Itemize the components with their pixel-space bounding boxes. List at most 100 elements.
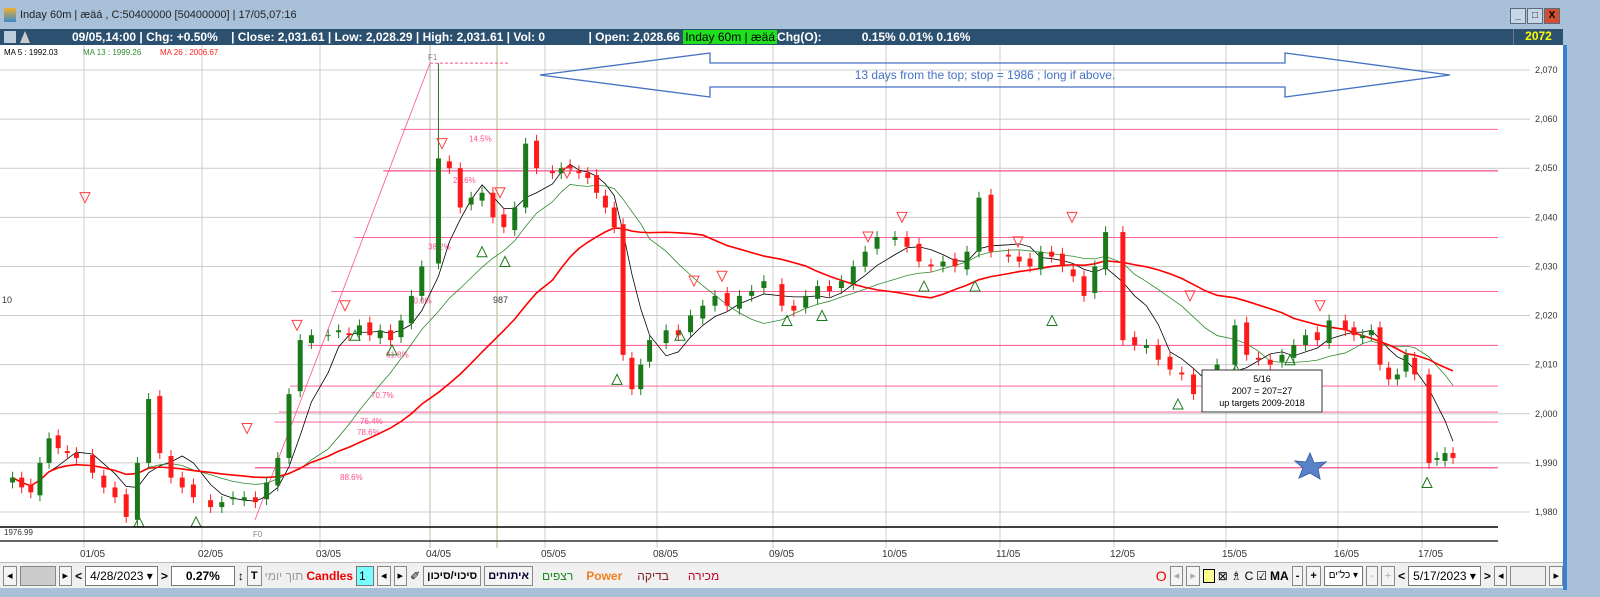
candle-body <box>1314 332 1320 341</box>
o-left-button[interactable]: ◂ <box>1169 565 1184 586</box>
x-tick-label: 03/05 <box>316 549 342 560</box>
intraday-label[interactable]: תוך יומי <box>265 569 304 583</box>
buy-signal-triangle-icon <box>499 255 511 268</box>
buy-signal-triangle-icon <box>190 515 202 528</box>
candle-body <box>275 457 281 486</box>
candle-body <box>874 236 880 249</box>
risk-reward-button[interactable]: סיכוי/סיכון <box>423 565 482 586</box>
next-date-button[interactable]: > <box>161 569 168 583</box>
tools-select[interactable]: כל'ים ▾ <box>1323 565 1364 586</box>
candle-body <box>549 171 555 174</box>
next-date-button-2[interactable]: > <box>1484 569 1491 583</box>
sell-signal-triangle-icon <box>79 192 91 204</box>
candle-body <box>346 333 352 336</box>
sequences-button[interactable]: רצפים <box>536 569 579 583</box>
color-swatch[interactable] <box>1202 568 1215 583</box>
scroll-left-button[interactable]: ◂ <box>3 565 17 586</box>
candle-body <box>241 497 247 501</box>
monitor-icon[interactable] <box>4 31 16 43</box>
chart-canvas[interactable]: 1,980 1,990 2,000 2,010 2,020 2,030 2,040 2,050… <box>0 45 1563 548</box>
maximize-button[interactable]: □ <box>1527 8 1543 24</box>
scroll-right-button[interactable]: ▸ <box>58 565 73 586</box>
candle-body <box>1426 374 1432 463</box>
o-right-button[interactable]: ▸ <box>1186 565 1200 586</box>
candles-down-button[interactable]: ◂ <box>377 565 391 586</box>
buy-signal-triangle-icon <box>918 279 930 292</box>
candles-label[interactable]: Candles <box>306 569 353 583</box>
candle-body <box>219 502 225 508</box>
y-tick-label: 2,070 <box>1535 65 1558 75</box>
ma-minus-button[interactable]: - <box>1291 565 1304 586</box>
buy-signal-triangle-icon <box>611 373 623 385</box>
ma-label[interactable]: MA <box>1270 569 1289 583</box>
eraser-icon[interactable]: ✐ <box>410 569 420 583</box>
check-button[interactable]: בדיקה <box>629 569 677 583</box>
arrow-annotation-text: 13 days from the top; stop = 1986 ; long… <box>855 68 1116 82</box>
scroll-left-button-2[interactable]: ◂ <box>1493 565 1508 586</box>
candle-body <box>264 482 270 500</box>
title-bar: Inday 60m | æäá , C:50400000 [50400000] … <box>0 0 1563 30</box>
bottom-toolbar: ◂ ▸ < 4/28/2023 ▾ > 0.27% ↕ T תוך יומי C… <box>0 562 1563 588</box>
prev-date-button[interactable]: < <box>75 569 82 583</box>
ma-plus-button[interactable]: + <box>1306 565 1321 586</box>
date-from-select[interactable]: 4/28/2023 ▾ <box>85 565 158 586</box>
binoculars-icon[interactable]: ♗ <box>1231 569 1242 583</box>
plus-button-2[interactable]: + <box>1380 565 1396 586</box>
candle-body <box>468 197 474 205</box>
candle-body <box>286 394 292 458</box>
prev-date-button-2[interactable]: < <box>1398 569 1405 583</box>
candle-body <box>1132 337 1138 346</box>
o-button[interactable]: O <box>1156 568 1167 584</box>
text-tool-button[interactable]: T <box>246 565 262 586</box>
percent-field[interactable]: 0.27% <box>170 565 235 586</box>
close-button[interactable]: X <box>1544 8 1560 24</box>
candle-body <box>419 266 425 296</box>
x-tick-label: 02/05 <box>198 549 224 560</box>
candles-up-button[interactable]: ▸ <box>393 565 408 586</box>
candle-body <box>1191 374 1197 395</box>
x-tick-label: 08/05 <box>653 549 679 560</box>
candle-body <box>101 475 107 488</box>
date-from-value: 4/28/2023 <box>90 568 144 583</box>
grid-icon[interactable]: ⊠ <box>1218 569 1228 583</box>
candle-body <box>1403 354 1409 372</box>
candle-body <box>620 224 626 355</box>
vertical-resize-icon[interactable]: ↕ <box>238 569 244 583</box>
y-tick-label: 2,040 <box>1535 212 1558 222</box>
x-tick-label: 10/05 <box>882 549 908 560</box>
sell-signal-triangle-icon <box>716 270 728 283</box>
signals-button[interactable]: איתותים <box>484 565 533 586</box>
alert-icon[interactable] <box>20 31 30 43</box>
candle-body <box>803 295 809 308</box>
minimize-button[interactable]: _ <box>1510 8 1526 24</box>
candle-body <box>534 140 540 169</box>
date-to-select[interactable]: 5/17/2023 ▾ <box>1408 565 1481 586</box>
ma-checkbox[interactable]: ☑ <box>1256 569 1267 583</box>
candle-body <box>964 251 970 270</box>
candle-body <box>1027 258 1033 267</box>
minus-button-2[interactable]: - <box>1366 565 1378 586</box>
left-mark: 10 <box>2 295 12 305</box>
candle-body <box>157 396 163 454</box>
sell-button[interactable]: מכירה <box>680 569 727 583</box>
app-icon <box>4 8 16 22</box>
scrollbar-thumb[interactable] <box>19 565 56 586</box>
candle-body <box>1267 359 1273 365</box>
candle-body <box>90 455 96 473</box>
candle-body <box>862 251 868 267</box>
power-button[interactable]: Power <box>582 569 626 583</box>
candle-body <box>940 261 946 267</box>
note-line-1: 5/16 <box>1253 374 1271 384</box>
candle-body <box>638 364 644 390</box>
scroll-right-button-2[interactable]: ▸ <box>1549 565 1563 586</box>
price-chart[interactable]: 1,980 1,990 2,000 2,010 2,020 2,030 2,040 2,050… <box>0 45 1563 548</box>
candle-body <box>1394 374 1400 380</box>
candle-body <box>700 305 706 319</box>
last-price: 2072 <box>1513 29 1563 45</box>
c-button[interactable]: C <box>1245 569 1254 583</box>
candle-body <box>252 497 258 503</box>
candles-count-field[interactable]: 1 <box>356 565 375 586</box>
y-tick-label: 2,060 <box>1535 114 1558 124</box>
x-tick-label: 04/05 <box>426 549 452 560</box>
scrollbar-2[interactable] <box>1510 565 1547 586</box>
